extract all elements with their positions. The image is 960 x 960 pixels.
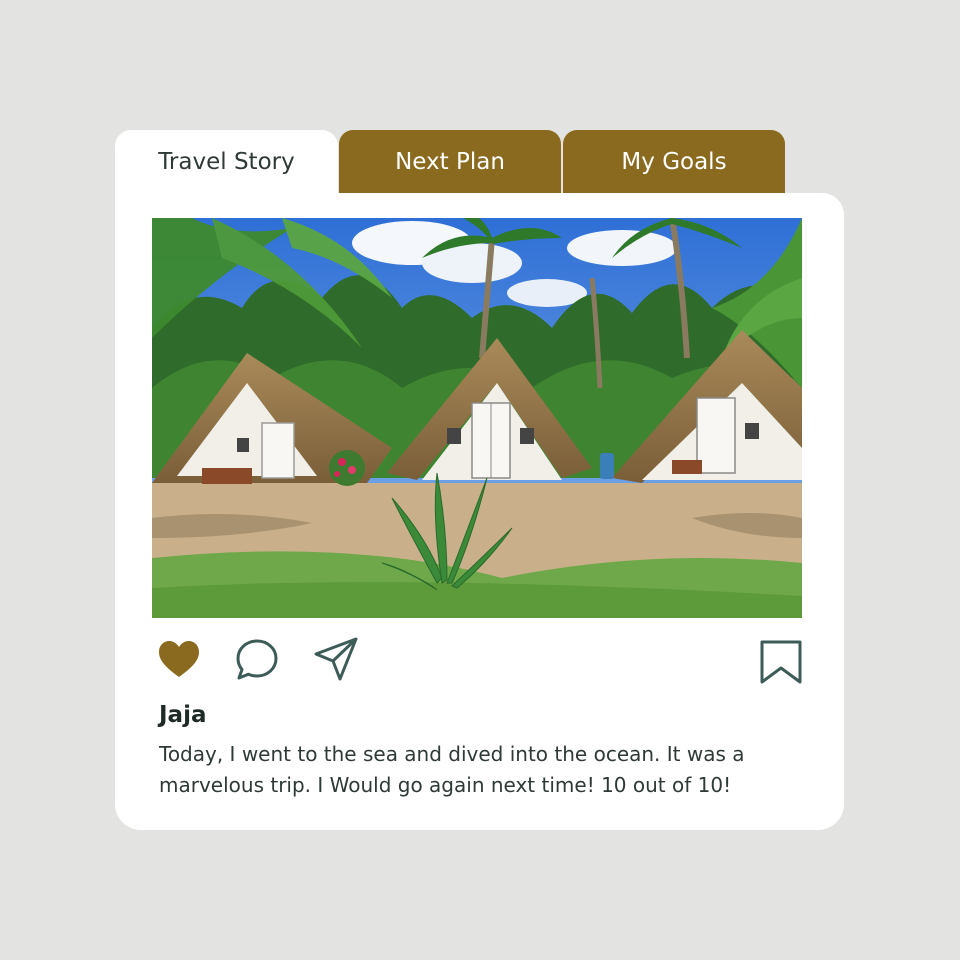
post-card: Jaja Today, I went to the sea and dived …	[115, 193, 844, 830]
post-caption: Today, I went to the sea and dived into …	[159, 742, 745, 797]
comment-icon[interactable]	[235, 638, 279, 682]
tab-next-plan[interactable]: Next Plan	[339, 130, 561, 194]
post-username[interactable]: Jaja	[159, 702, 206, 728]
tab-travel-story-label: Travel Story	[158, 149, 295, 175]
tab-my-goals[interactable]: My Goals	[563, 130, 785, 194]
send-icon[interactable]	[313, 636, 359, 682]
post-photo	[152, 218, 802, 618]
bookmark-icon[interactable]	[759, 639, 803, 685]
beach-huts-illustration	[152, 218, 802, 618]
tab-my-goals-label: My Goals	[621, 149, 727, 175]
heart-icon[interactable]	[157, 639, 201, 679]
tab-next-plan-label: Next Plan	[395, 149, 505, 175]
